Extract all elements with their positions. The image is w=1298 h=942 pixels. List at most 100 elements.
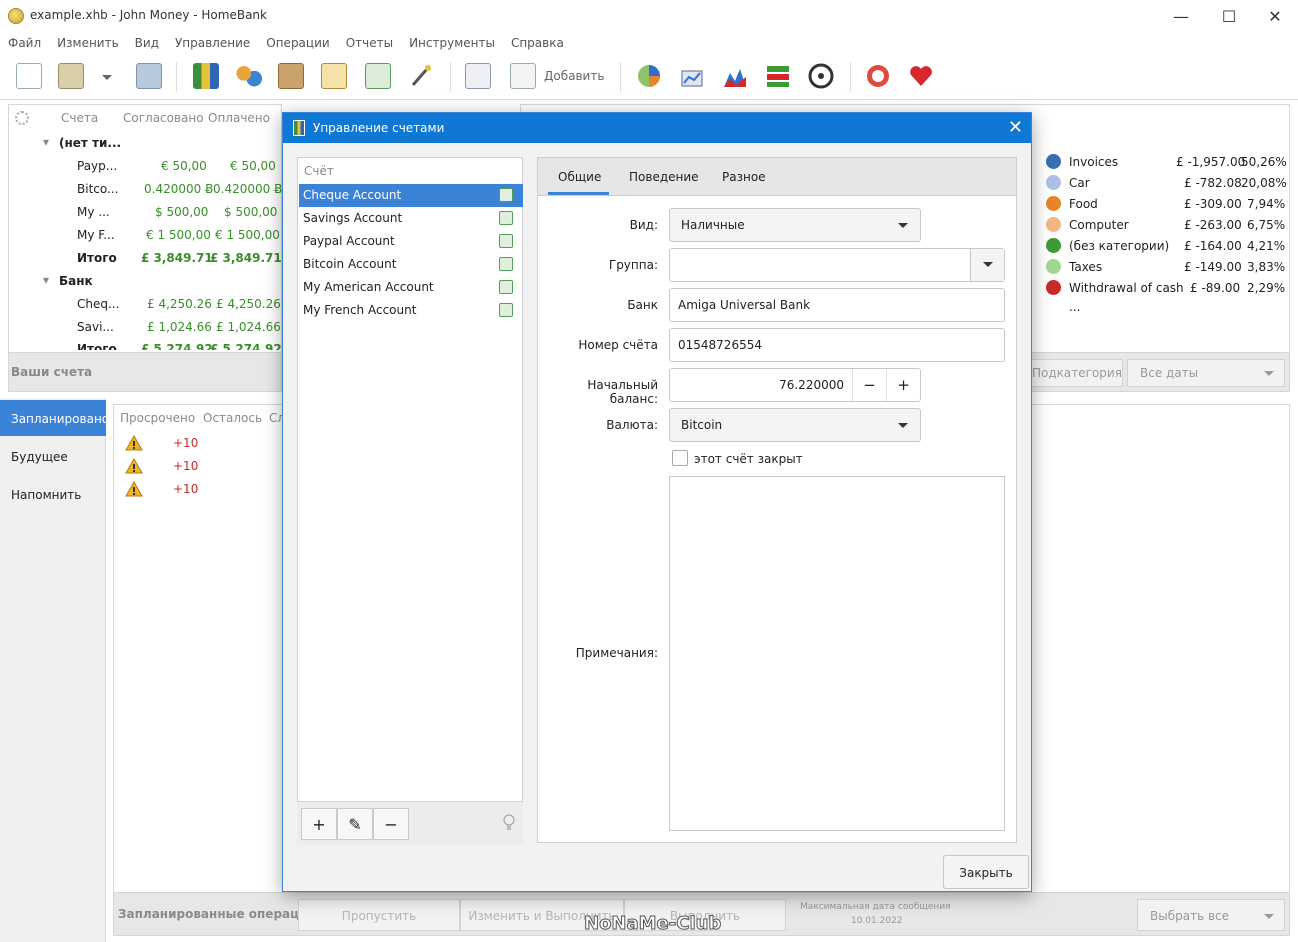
- open-file-icon[interactable]: [58, 63, 84, 89]
- menu-help[interactable]: Справка: [503, 32, 572, 54]
- categories-icon[interactable]: [278, 63, 304, 89]
- budget-icon[interactable]: [365, 63, 391, 89]
- accounts-icon[interactable]: [193, 63, 219, 89]
- budget-report-icon[interactable]: [765, 63, 791, 89]
- dialog-close-icon[interactable]: ✕: [1008, 117, 1023, 138]
- window-title: example.xhb - John Money - HomeBank: [30, 8, 267, 22]
- vehicle-cost-icon[interactable]: [808, 63, 834, 89]
- skip-button[interactable]: Пропустить: [298, 899, 460, 931]
- add-transaction-icon[interactable]: [510, 63, 536, 89]
- tab-misc[interactable]: Разное: [722, 170, 766, 184]
- accounts-summary-panel: Счета Согласовано Оплачено ▾ (нет ти... …: [8, 104, 282, 392]
- notes-textarea[interactable]: [669, 476, 1005, 831]
- currency-select[interactable]: Bitcoin: [669, 408, 921, 442]
- account-list-header[interactable]: Счёт: [304, 164, 334, 178]
- closed-account-checkbox[interactable]: [672, 450, 688, 466]
- account-cleared: € 1 500,00: [215, 228, 280, 242]
- initial-balance-label: Начальный баланс:: [587, 378, 658, 406]
- donate-icon[interactable]: [908, 63, 934, 89]
- save-icon[interactable]: [136, 63, 162, 89]
- show-register-icon[interactable]: [465, 63, 491, 89]
- balance-icon[interactable]: [722, 63, 748, 89]
- maximize-button[interactable]: ☐: [1206, 0, 1252, 32]
- account-list-item[interactable]: Bitcoin Account: [299, 253, 523, 276]
- assistant-icon[interactable]: [408, 63, 434, 89]
- chevron-down-icon[interactable]: ▾: [43, 135, 49, 149]
- new-file-icon[interactable]: [16, 63, 42, 89]
- account-reconciled: $ 500,00: [155, 205, 209, 219]
- legend-percent: 2,29%: [1247, 281, 1286, 295]
- total-reconciled: £ 3,849.71: [141, 251, 213, 265]
- account-name[interactable]: My F...: [77, 228, 115, 242]
- increment-button[interactable]: +: [886, 369, 920, 401]
- account-number-field[interactable]: 01548726554: [669, 328, 1005, 362]
- account-list-item[interactable]: Savings Account: [299, 207, 523, 230]
- col-cleared[interactable]: Оплачено: [208, 111, 270, 125]
- close-window-button[interactable]: ✕: [1252, 0, 1298, 32]
- scheduled-icon[interactable]: [321, 63, 347, 89]
- chevron-down-icon[interactable]: ▾: [43, 273, 49, 287]
- menu-view[interactable]: Вид: [127, 32, 167, 54]
- initial-balance-stepper[interactable]: 76.220000 − +: [669, 368, 921, 402]
- account-list-item[interactable]: Paypal Account: [299, 230, 523, 253]
- account-name[interactable]: Payp...: [77, 159, 117, 173]
- legend-dot: [1046, 154, 1061, 169]
- menu-edit[interactable]: Изменить: [49, 32, 127, 54]
- group-name[interactable]: (нет ти...: [59, 136, 121, 150]
- account-name[interactable]: Bitco...: [77, 182, 118, 196]
- late-count: +10: [173, 436, 199, 450]
- account-name[interactable]: Cheq...: [77, 297, 119, 311]
- account-list-item[interactable]: My French Account: [299, 299, 523, 322]
- account-name[interactable]: Savi...: [77, 320, 114, 334]
- select-all-dropdown[interactable]: Выбрать все: [1137, 899, 1285, 931]
- help-icon[interactable]: [865, 63, 891, 89]
- minimize-button[interactable]: —: [1158, 0, 1204, 32]
- tab-general[interactable]: Общие: [548, 170, 610, 195]
- legend-percent: 7,94%: [1247, 197, 1286, 211]
- legend-name: Taxes: [1069, 260, 1103, 274]
- currency-value: Bitcoin: [681, 418, 723, 432]
- account-name[interactable]: My ...: [77, 205, 110, 219]
- group-dropdown-button[interactable]: [970, 249, 1004, 281]
- type-select[interactable]: Наличные: [669, 208, 921, 242]
- col-reconciled[interactable]: Согласовано: [123, 111, 204, 125]
- gear-icon[interactable]: [15, 111, 29, 125]
- col-accounts[interactable]: Счета: [61, 111, 98, 125]
- legend-more: ...: [1069, 300, 1081, 314]
- group-combo-entry[interactable]: [669, 248, 1005, 282]
- nav-remind[interactable]: Напомнить: [0, 476, 106, 512]
- legend-amount: £ -309.00: [1184, 197, 1242, 211]
- initial-balance-value[interactable]: 76.220000: [670, 378, 844, 392]
- menu-tools[interactable]: Инструменты: [401, 32, 503, 54]
- dropdown-arrow-icon[interactable]: [98, 63, 116, 89]
- menu-file[interactable]: Файл: [0, 32, 49, 54]
- remove-account-button[interactable]: −: [373, 808, 409, 840]
- close-dialog-button[interactable]: Закрыть: [943, 855, 1029, 889]
- trend-time-icon[interactable]: [679, 63, 705, 89]
- late-count: +10: [173, 459, 199, 473]
- menu-transactions[interactable]: Операции: [258, 32, 337, 54]
- add-account-button[interactable]: +: [301, 808, 337, 840]
- menu-reports[interactable]: Отчеты: [338, 32, 401, 54]
- edit-account-button[interactable]: ✎: [337, 808, 373, 840]
- payees-icon[interactable]: [236, 63, 262, 89]
- nav-future[interactable]: Будущее: [0, 438, 106, 474]
- add-transaction-label[interactable]: Добавить: [544, 69, 604, 83]
- closed-account-label[interactable]: этот счёт закрыт: [694, 452, 803, 466]
- date-range-select[interactable]: Все даты: [1127, 359, 1285, 387]
- bank-name-field[interactable]: Amiga Universal Bank: [669, 288, 1005, 322]
- nav-scheduled[interactable]: Запланировано: [0, 400, 109, 436]
- legend-percent: 50,26%: [1241, 155, 1287, 169]
- menu-manage[interactable]: Управление: [167, 32, 258, 54]
- account-list-item[interactable]: Cheque Account: [299, 184, 523, 207]
- col-late[interactable]: Просрочено: [120, 411, 195, 425]
- subcategory-toggle[interactable]: Подкатегория: [1025, 359, 1123, 387]
- account-list-item[interactable]: My American Account: [299, 276, 523, 299]
- tab-behavior[interactable]: Поведение: [629, 170, 699, 184]
- statistics-icon[interactable]: [636, 63, 662, 89]
- decrement-button[interactable]: −: [852, 369, 886, 401]
- currency-label: Валюта:: [606, 418, 658, 432]
- group-name[interactable]: Банк: [59, 274, 93, 288]
- your-accounts-label: Ваши счета: [11, 365, 93, 379]
- col-remaining[interactable]: Осталось: [203, 411, 262, 425]
